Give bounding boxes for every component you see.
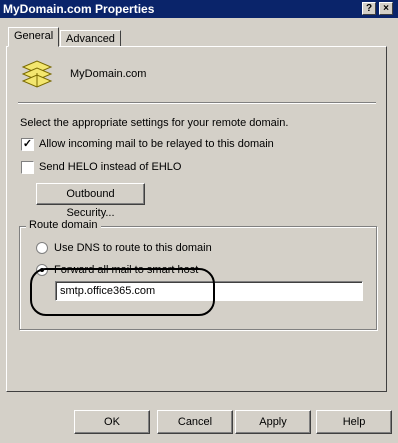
radio-selected-dot <box>40 268 44 272</box>
instructions-text: Select the appropriate settings for your… <box>20 117 289 129</box>
ok-button[interactable]: OK <box>74 410 150 434</box>
title-bar[interactable]: MyDomain.com Properties ? × <box>0 0 398 18</box>
separator <box>18 102 376 104</box>
use-dns-label: Use DNS to route to this domain <box>54 242 212 254</box>
domain-name: MyDomain.com <box>70 68 147 80</box>
route-domain-label: Route domain <box>26 219 101 231</box>
remote-domain-icon <box>21 60 53 88</box>
window-title: MyDomain.com Properties <box>3 2 155 16</box>
send-helo-label: Send HELO instead of EHLO <box>39 161 182 173</box>
use-dns-radio[interactable] <box>36 242 48 254</box>
apply-button[interactable]: Apply <box>235 410 311 434</box>
tab-general[interactable]: General <box>8 27 60 47</box>
outbound-security-button[interactable]: Outbound Security... <box>36 183 145 219</box>
cancel-button[interactable]: Cancel <box>157 410 233 434</box>
help-icon[interactable]: ? <box>362 2 376 15</box>
send-helo-checkbox[interactable] <box>21 161 34 174</box>
allow-relay-checkbox[interactable]: ✓ <box>21 138 34 151</box>
forward-smart-host-label: Forward all mail to smart host <box>54 264 199 276</box>
smart-host-input[interactable] <box>55 281 363 301</box>
allow-relay-label: Allow incoming mail to be relayed to thi… <box>39 138 274 150</box>
forward-smart-host-radio[interactable] <box>36 264 48 276</box>
close-icon[interactable]: × <box>379 2 393 15</box>
help-button[interactable]: Help <box>316 410 392 434</box>
